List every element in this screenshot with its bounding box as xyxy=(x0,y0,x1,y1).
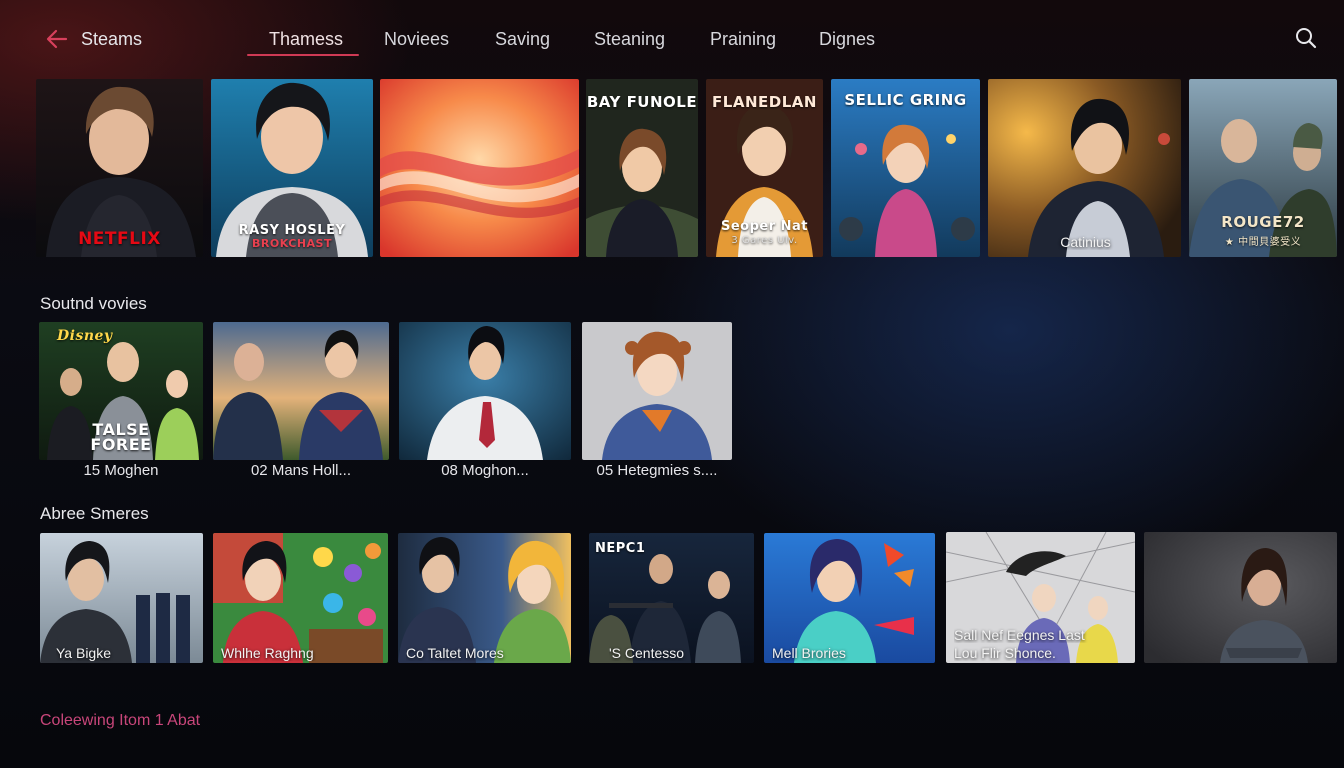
poster-image xyxy=(946,532,1135,663)
app-title: Steams xyxy=(81,29,143,49)
featured-card[interactable]: FLANEDLAN Seoper Nat 3 Gares Ulv. xyxy=(706,79,823,257)
poster-title: SELLIC GRING xyxy=(844,91,967,109)
poster-title: TALSE FOREE xyxy=(90,420,152,454)
poster-subtitle: BROKCHAST xyxy=(252,237,332,250)
featured-card[interactable]: SELLIC GRING xyxy=(831,79,980,257)
series-card[interactable]: Sall Nef Eegnes Last Lou Flir Shonce. xyxy=(946,532,1135,663)
tab-saving[interactable]: Saving xyxy=(495,29,550,50)
poster-caption: Catinius xyxy=(1060,234,1111,250)
poster-title: ROUGE72 xyxy=(1221,213,1305,231)
disney-logo: Disney xyxy=(57,328,113,344)
featured-card[interactable]: NETFLIX xyxy=(36,79,203,257)
featured-card[interactable]: RASY HOSLEY BROKCHAST xyxy=(211,79,373,257)
poster-subtitle: ★ 中間貝婆受义 xyxy=(1224,237,1302,248)
poster-image xyxy=(988,79,1181,257)
poster-title: RASY HOSLEY xyxy=(238,223,346,238)
series-caption: Co Taltet Mores xyxy=(406,645,504,661)
app-screen: Steams Thamess Noviees Saving Steaning P… xyxy=(0,0,1344,768)
poster-image xyxy=(398,533,571,663)
poster-title: BAY FUNOLE xyxy=(586,93,698,111)
back-arrow-icon[interactable] xyxy=(44,26,70,52)
active-tab-indicator xyxy=(247,54,359,56)
tab-dignes[interactable]: Dignes xyxy=(819,29,875,50)
poster-image xyxy=(582,322,732,460)
series-caption: Mell Brories xyxy=(772,645,846,661)
poster-subtitle: Seoper Nat xyxy=(720,219,809,234)
featured-card[interactable]: Catinius xyxy=(988,79,1181,257)
section-heading-abree-smeres: Abree Smeres xyxy=(40,504,149,523)
poster-image xyxy=(213,322,389,460)
tab-steaning[interactable]: Steaning xyxy=(594,29,665,50)
poster-image xyxy=(399,322,571,460)
series-card[interactable]: NEPC1 'S Centesso xyxy=(589,533,754,663)
poster-image xyxy=(213,533,388,663)
series-caption-line2: Lou Flir Shonce. xyxy=(954,645,1056,661)
featured-card[interactable] xyxy=(380,79,579,257)
tab-praining[interactable]: Praining xyxy=(710,29,776,50)
series-card[interactable] xyxy=(1144,532,1337,663)
movie-caption: 02 Mans Holl... xyxy=(250,462,352,479)
series-caption: 'S Centesso xyxy=(609,645,685,661)
abstract-wave-image xyxy=(380,79,579,257)
series-card[interactable]: Co Taltet Mores xyxy=(398,533,571,663)
poster-badge: NEPC1 xyxy=(595,541,646,556)
poster-tagline: 3 Gares Ulv. xyxy=(731,235,798,246)
poster-title: FLANEDLAN xyxy=(712,93,817,111)
poster-image xyxy=(764,533,935,663)
series-caption: Sall Nef Eegnes Last xyxy=(954,627,1085,643)
netflix-logo: NETFLIX xyxy=(78,229,161,249)
top-navigation-bar: Steams Thamess Noviees Saving Steaning P… xyxy=(0,0,1344,76)
section-heading-sound-movies: Soutnd vovies xyxy=(40,294,147,313)
movie-caption: 15 Moghen xyxy=(83,462,159,479)
series-caption: Ya Bigke xyxy=(56,645,111,661)
movie-card[interactable] xyxy=(213,322,389,460)
tab-noviees[interactable]: Noviees xyxy=(384,29,449,50)
movie-card[interactable]: Disney TALSE FOREE xyxy=(39,322,203,460)
movie-caption: 05 Hetegmies s.... xyxy=(596,462,718,479)
featured-card[interactable]: ROUGE72 ★ 中間貝婆受义 xyxy=(1189,79,1337,257)
poster-image xyxy=(1144,532,1337,663)
series-card[interactable]: Ya Bigke xyxy=(40,533,203,663)
series-caption: Whlhe Raghng xyxy=(221,645,314,661)
footer-status-text: Coleewing Itom 1 Abat xyxy=(40,712,201,729)
search-icon[interactable] xyxy=(1294,26,1318,50)
series-card[interactable]: Whlhe Raghng xyxy=(213,533,388,663)
series-card[interactable]: Mell Brories xyxy=(764,533,935,663)
tab-thamess[interactable]: Thamess xyxy=(269,29,343,50)
featured-card[interactable]: BAY FUNOLE xyxy=(586,79,698,257)
movie-card[interactable] xyxy=(399,322,571,460)
movie-card[interactable] xyxy=(582,322,732,460)
poster-image xyxy=(40,533,203,663)
movie-caption: 08 Moghon... xyxy=(441,462,529,479)
